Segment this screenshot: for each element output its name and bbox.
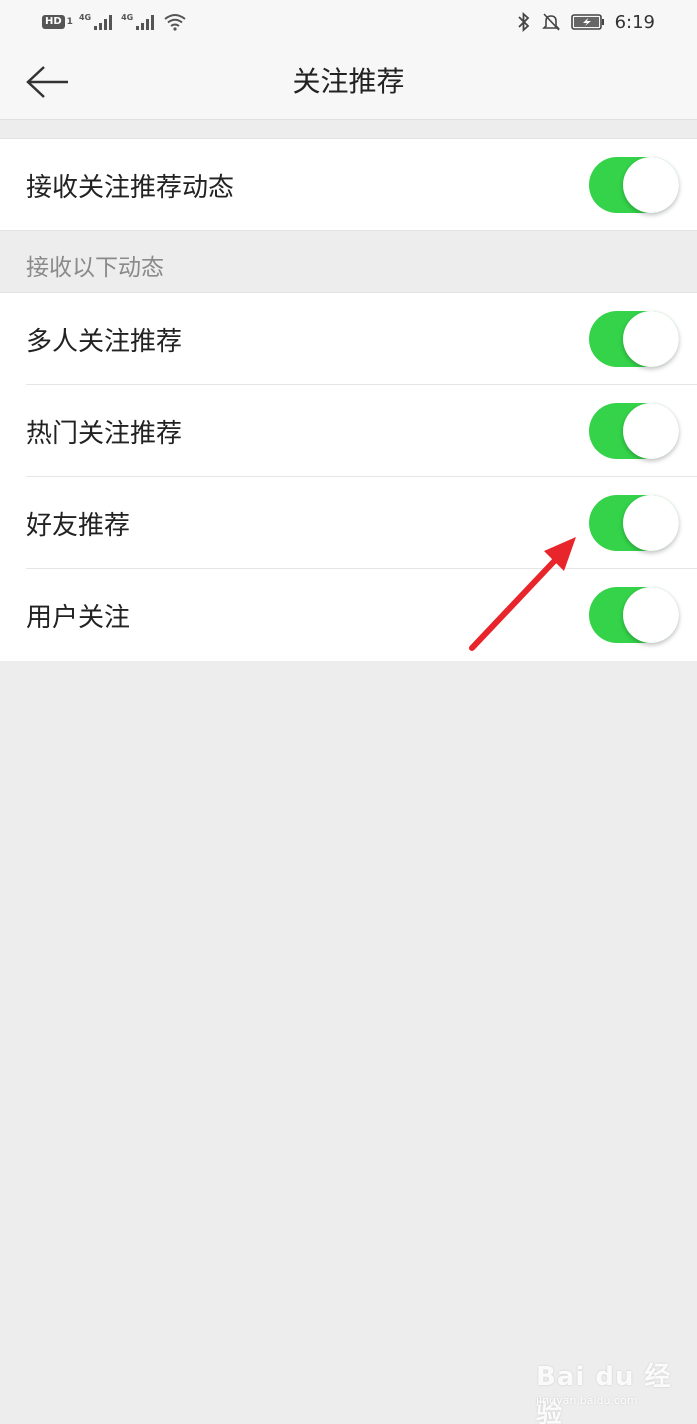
bluetooth-icon <box>517 12 529 32</box>
toggle-knob <box>623 587 679 643</box>
main-toggle-row[interactable]: 接收关注推荐动态 <box>0 139 697 231</box>
main-toggle-section: 接收关注推荐动态 <box>0 138 697 231</box>
main-toggle-switch[interactable] <box>589 157 679 213</box>
item-label: 用户关注 <box>26 602 131 633</box>
item-label: 好友推荐 <box>26 510 131 541</box>
navigation-header: 关注推荐 <box>0 44 697 120</box>
hd-badge: HD <box>42 15 65 29</box>
section-header: 接收以下动态 <box>0 230 697 293</box>
item-label: 多人关注推荐 <box>26 326 183 357</box>
toggle-switch[interactable] <box>589 587 679 643</box>
sim-number: 1 <box>66 17 73 27</box>
toggle-knob <box>623 157 679 213</box>
signal-icon <box>94 15 113 30</box>
settings-page: HD 1 4G 4G 6:19 关注推荐 接收关注推荐动态 接收以下动态 多人关… <box>0 0 697 1424</box>
signal-icon <box>136 15 155 30</box>
watermark-text: Bai du 经验 <box>536 1362 672 1424</box>
network-type-2: 4G <box>121 12 134 22</box>
back-arrow-icon <box>26 66 68 98</box>
battery-charging-icon <box>570 14 604 30</box>
item-label: 热门关注推荐 <box>26 418 183 449</box>
network-type-1: 4G <box>78 12 92 22</box>
toggle-knob <box>623 403 679 459</box>
watermark-sub: jingyan.baidu.com <box>536 1394 638 1407</box>
toggle-knob <box>623 311 679 367</box>
toggle-switch[interactable] <box>589 495 679 551</box>
toggle-switch[interactable] <box>589 311 679 367</box>
list-item[interactable]: 热门关注推荐 <box>0 385 697 477</box>
main-toggle-label: 接收关注推荐动态 <box>26 172 235 203</box>
items-section: 多人关注推荐 热门关注推荐 好友推荐 用户关注 <box>0 293 697 661</box>
status-left: HD 1 4G 4G <box>42 12 187 32</box>
toggle-knob <box>623 495 679 551</box>
status-right: 6:19 <box>517 10 655 34</box>
bell-muted-icon <box>541 13 560 31</box>
back-button[interactable] <box>22 62 72 102</box>
watermark: Bai du 经验 jingyan.baidu.com <box>536 1350 676 1424</box>
page-title: 关注推荐 <box>292 65 405 98</box>
list-item[interactable]: 好友推荐 <box>0 477 697 569</box>
list-item[interactable]: 多人关注推荐 <box>0 293 697 385</box>
list-item[interactable]: 用户关注 <box>0 569 697 661</box>
toggle-switch[interactable] <box>589 403 679 459</box>
status-time: 6:19 <box>614 11 655 33</box>
status-bar: HD 1 4G 4G 6:19 <box>0 0 697 44</box>
wifi-icon <box>164 14 186 31</box>
